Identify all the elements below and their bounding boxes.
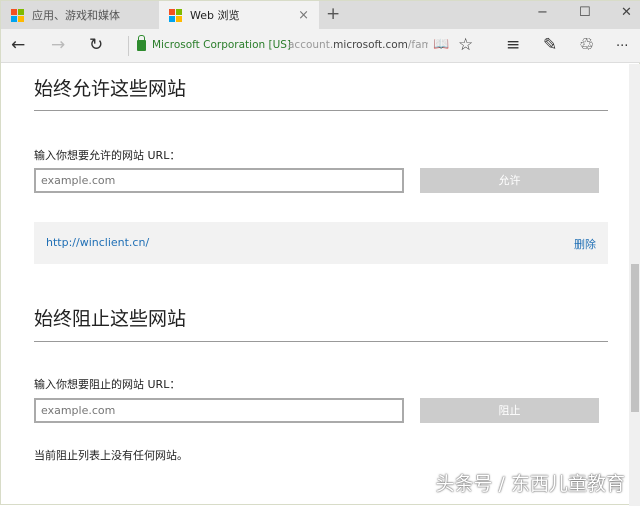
allow-section-title: 始终允许这些网站 [34, 78, 187, 100]
close-tab-icon[interactable]: × [298, 8, 309, 23]
divider [128, 36, 129, 56]
block-url-input[interactable] [34, 398, 404, 423]
address-bar[interactable]: account.microsoft.com/family [288, 39, 428, 51]
url-part: /family [407, 39, 428, 51]
scrollbar[interactable] [629, 64, 640, 506]
lock-icon [137, 34, 146, 51]
watermark: 头条号 / 东西儿童教育 [435, 473, 625, 495]
refresh-button[interactable]: ↻ [89, 35, 103, 55]
delete-button[interactable]: 删除 [574, 236, 596, 252]
allow-url-label: 输入你想要允许的网站 URL： [34, 149, 181, 162]
tab-bar: 应用、游戏和媒体 Web 浏览 × + − ☐ ✕ [1, 1, 640, 29]
scrollbar-thumb[interactable] [631, 264, 639, 412]
empty-block-list-note: 当前阻止列表上没有任何网站。 [34, 449, 188, 462]
block-button[interactable]: 阻止 [420, 398, 599, 423]
divider [34, 341, 608, 342]
tab-label: Web 浏览 [190, 9, 240, 22]
content-area: 始终允许这些网站 输入你想要允许的网站 URL： 允许 http://wincl… [1, 64, 629, 506]
tab-label: 应用、游戏和媒体 [32, 9, 120, 22]
new-tab-button[interactable]: + [326, 4, 340, 24]
allow-button[interactable]: 允许 [420, 168, 599, 193]
maximize-button[interactable]: ☐ [579, 5, 591, 20]
allow-url-input[interactable] [34, 168, 404, 193]
divider [34, 110, 608, 111]
list-item: http://winclient.cn/ 删除 [34, 222, 608, 264]
minimize-button[interactable]: − [537, 5, 548, 20]
identity-text: Microsoft Corporation [US] [152, 39, 292, 51]
back-button[interactable]: ← [11, 35, 25, 55]
forward-button[interactable]: → [51, 35, 65, 55]
more-icon[interactable]: ··· [616, 39, 628, 54]
reading-view-icon[interactable]: 📖 [433, 37, 449, 52]
url-part: account. [288, 39, 334, 51]
web-note-icon[interactable]: ✎ [543, 35, 557, 55]
share-icon[interactable]: ♲ [579, 35, 594, 55]
windows-logo-icon [169, 8, 182, 22]
tab-apps-games-media[interactable]: 应用、游戏和媒体 [1, 1, 159, 29]
windows-logo-icon [11, 8, 24, 22]
site-identity[interactable]: Microsoft Corporation [US] [137, 34, 292, 51]
close-window-button[interactable]: ✕ [621, 5, 632, 20]
tab-web-browsing[interactable]: Web 浏览 × [159, 1, 319, 29]
allowed-site-link[interactable]: http://winclient.cn/ [46, 236, 149, 249]
block-url-label: 输入你想要阻止的网站 URL： [34, 378, 181, 391]
url-domain: microsoft.com [333, 39, 408, 51]
favorite-star-icon[interactable]: ☆ [458, 35, 473, 55]
block-section-title: 始终阻止这些网站 [34, 308, 187, 330]
hub-icon[interactable]: ≡ [506, 35, 520, 55]
navigation-bar: ← → ↻ Microsoft Corporation [US] account… [1, 29, 640, 63]
